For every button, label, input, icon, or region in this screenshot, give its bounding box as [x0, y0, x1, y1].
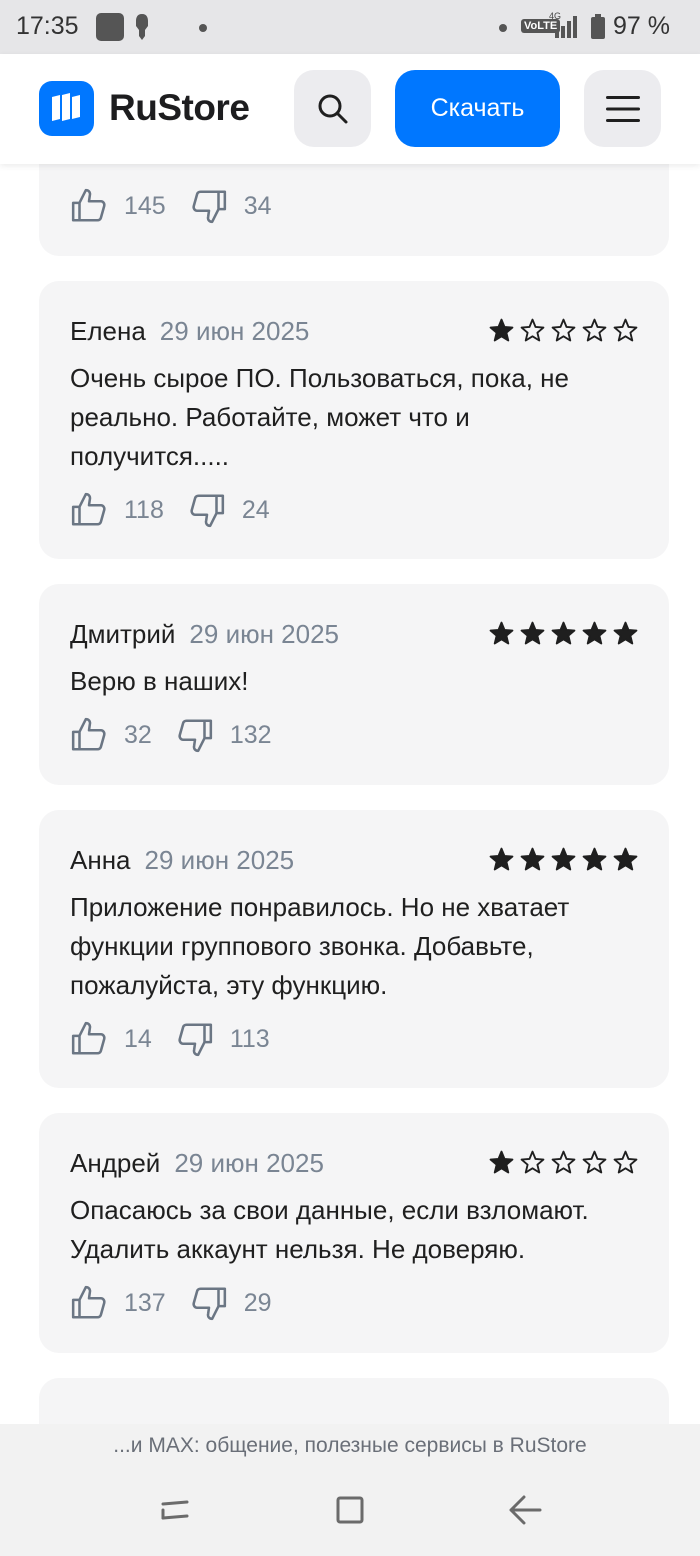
- star-filled-icon: [489, 847, 514, 871]
- review-text: Очень сырое ПО. Пользоваться, пока, не р…: [70, 363, 569, 471]
- hamburger-menu-icon: [605, 95, 640, 122]
- page-title-bar[interactable]: ...и MAX: общение, полезные сервисы в Ru…: [0, 1434, 700, 1458]
- star-filled-icon: [489, 621, 514, 645]
- star-empty-icon: [551, 1150, 576, 1174]
- review-author: Анна: [70, 845, 131, 875]
- star-filled-icon: [582, 621, 607, 645]
- review-author: Дмитрий: [70, 619, 176, 649]
- review-votes: 118 24: [70, 490, 294, 530]
- rating-stars: [489, 621, 638, 646]
- battery-icon: [591, 14, 605, 39]
- star-empty-icon: [520, 318, 545, 342]
- status-dot-icon: [199, 24, 207, 32]
- star-filled-icon: [613, 847, 638, 871]
- review-votes: 32 132: [70, 715, 296, 755]
- review-date: 29 июн 2025: [174, 1148, 324, 1178]
- like-icon[interactable]: [70, 716, 108, 754]
- bottom-bar: ...и MAX: общение, полезные сервисы в Ru…: [0, 1424, 700, 1556]
- back-icon[interactable]: [508, 1494, 542, 1526]
- search-button[interactable]: [294, 70, 371, 147]
- star-filled-icon: [520, 621, 545, 645]
- review-votes: 137 29: [70, 1283, 296, 1323]
- download-button[interactable]: Скачать: [395, 70, 560, 147]
- brand-name[interactable]: RuStore: [109, 87, 250, 129]
- status-bar: 17:35 VoLTE 4G 97 %: [0, 0, 700, 54]
- dislike-count: 34: [243, 191, 272, 220]
- app-header: RuStore Скачать: [0, 54, 700, 164]
- signal-icon: [555, 16, 577, 38]
- star-filled-icon: [613, 621, 638, 645]
- like-count: 137: [124, 1288, 166, 1317]
- star-filled-icon: [489, 318, 514, 342]
- review-author: Андрей: [70, 1148, 161, 1178]
- review-card: Анна 29 июн 2025 Приложение понравилось. …: [39, 810, 669, 1088]
- status-time: 17:35: [16, 12, 79, 40]
- rating-stars: [489, 318, 638, 343]
- home-icon[interactable]: [336, 1496, 364, 1524]
- notification-pin-icon: [136, 14, 148, 40]
- star-filled-icon: [489, 1150, 514, 1174]
- like-icon[interactable]: [70, 491, 108, 529]
- rating-stars: [489, 847, 638, 872]
- review-votes: 145 34: [70, 186, 296, 226]
- review-card: Елена 29 июн 2025 Очень сырое ПО. Пользов…: [39, 281, 669, 559]
- star-filled-icon: [551, 621, 576, 645]
- dislike-icon[interactable]: [188, 491, 226, 529]
- like-icon[interactable]: [70, 187, 108, 225]
- like-count: 14: [124, 1024, 152, 1053]
- status-dot-icon: [499, 24, 507, 32]
- search-icon: [318, 94, 347, 123]
- star-empty-icon: [582, 318, 607, 342]
- review-header: Дмитрий 29 июн 2025: [70, 619, 339, 650]
- review-date: 29 июн 2025: [189, 619, 340, 649]
- review-text: Опасаюсь за свои данные, если взломают. …: [70, 1195, 589, 1264]
- review-text: Приложение понравилось. Но не хватает фу…: [70, 892, 570, 1000]
- like-count: 32: [124, 720, 152, 749]
- review-header: Елена 29 июн 2025: [70, 316, 309, 347]
- star-empty-icon: [520, 1150, 545, 1174]
- like-count: 118: [124, 495, 164, 524]
- dislike-count: 29: [243, 1288, 272, 1317]
- recent-apps-icon[interactable]: [160, 1496, 190, 1524]
- review-author: Елена: [70, 316, 146, 346]
- notification-app-icon: [96, 13, 124, 41]
- menu-button[interactable]: [584, 70, 661, 147]
- star-filled-icon: [520, 847, 545, 871]
- review-card: Андрей 29 июн 2025 Опасаюсь за свои данны…: [39, 1113, 669, 1353]
- rustore-logo-icon[interactable]: [39, 81, 94, 136]
- star-empty-icon: [551, 318, 576, 342]
- dislike-icon[interactable]: [190, 1284, 228, 1322]
- like-icon[interactable]: [70, 1284, 108, 1322]
- review-text: Верю в наших!: [70, 666, 249, 696]
- review-date: 29 июн 2025: [144, 845, 295, 875]
- review-header: Анна 29 июн 2025: [70, 845, 294, 876]
- like-icon[interactable]: [70, 1020, 108, 1058]
- review-votes: 14 113: [70, 1019, 294, 1059]
- dislike-icon[interactable]: [176, 716, 214, 754]
- review-header: Андрей 29 июн 2025: [70, 1148, 324, 1179]
- star-filled-icon: [582, 847, 607, 871]
- star-empty-icon: [613, 1150, 638, 1174]
- star-empty-icon: [582, 1150, 607, 1174]
- rating-stars: [489, 1150, 638, 1175]
- review-card: Дмитрий 29 июн 2025 Верю в наших! 32 132: [39, 584, 669, 785]
- battery-percent: 97 %: [613, 12, 670, 40]
- star-filled-icon: [551, 847, 576, 871]
- dislike-count: 24: [241, 495, 270, 524]
- star-empty-icon: [613, 318, 638, 342]
- dislike-count: 132: [229, 720, 272, 749]
- dislike-icon[interactable]: [176, 1020, 214, 1058]
- review-date: 29 июн 2025: [159, 316, 310, 346]
- dislike-icon[interactable]: [190, 187, 228, 225]
- dislike-count: 113: [229, 1024, 270, 1053]
- like-count: 145: [124, 191, 166, 220]
